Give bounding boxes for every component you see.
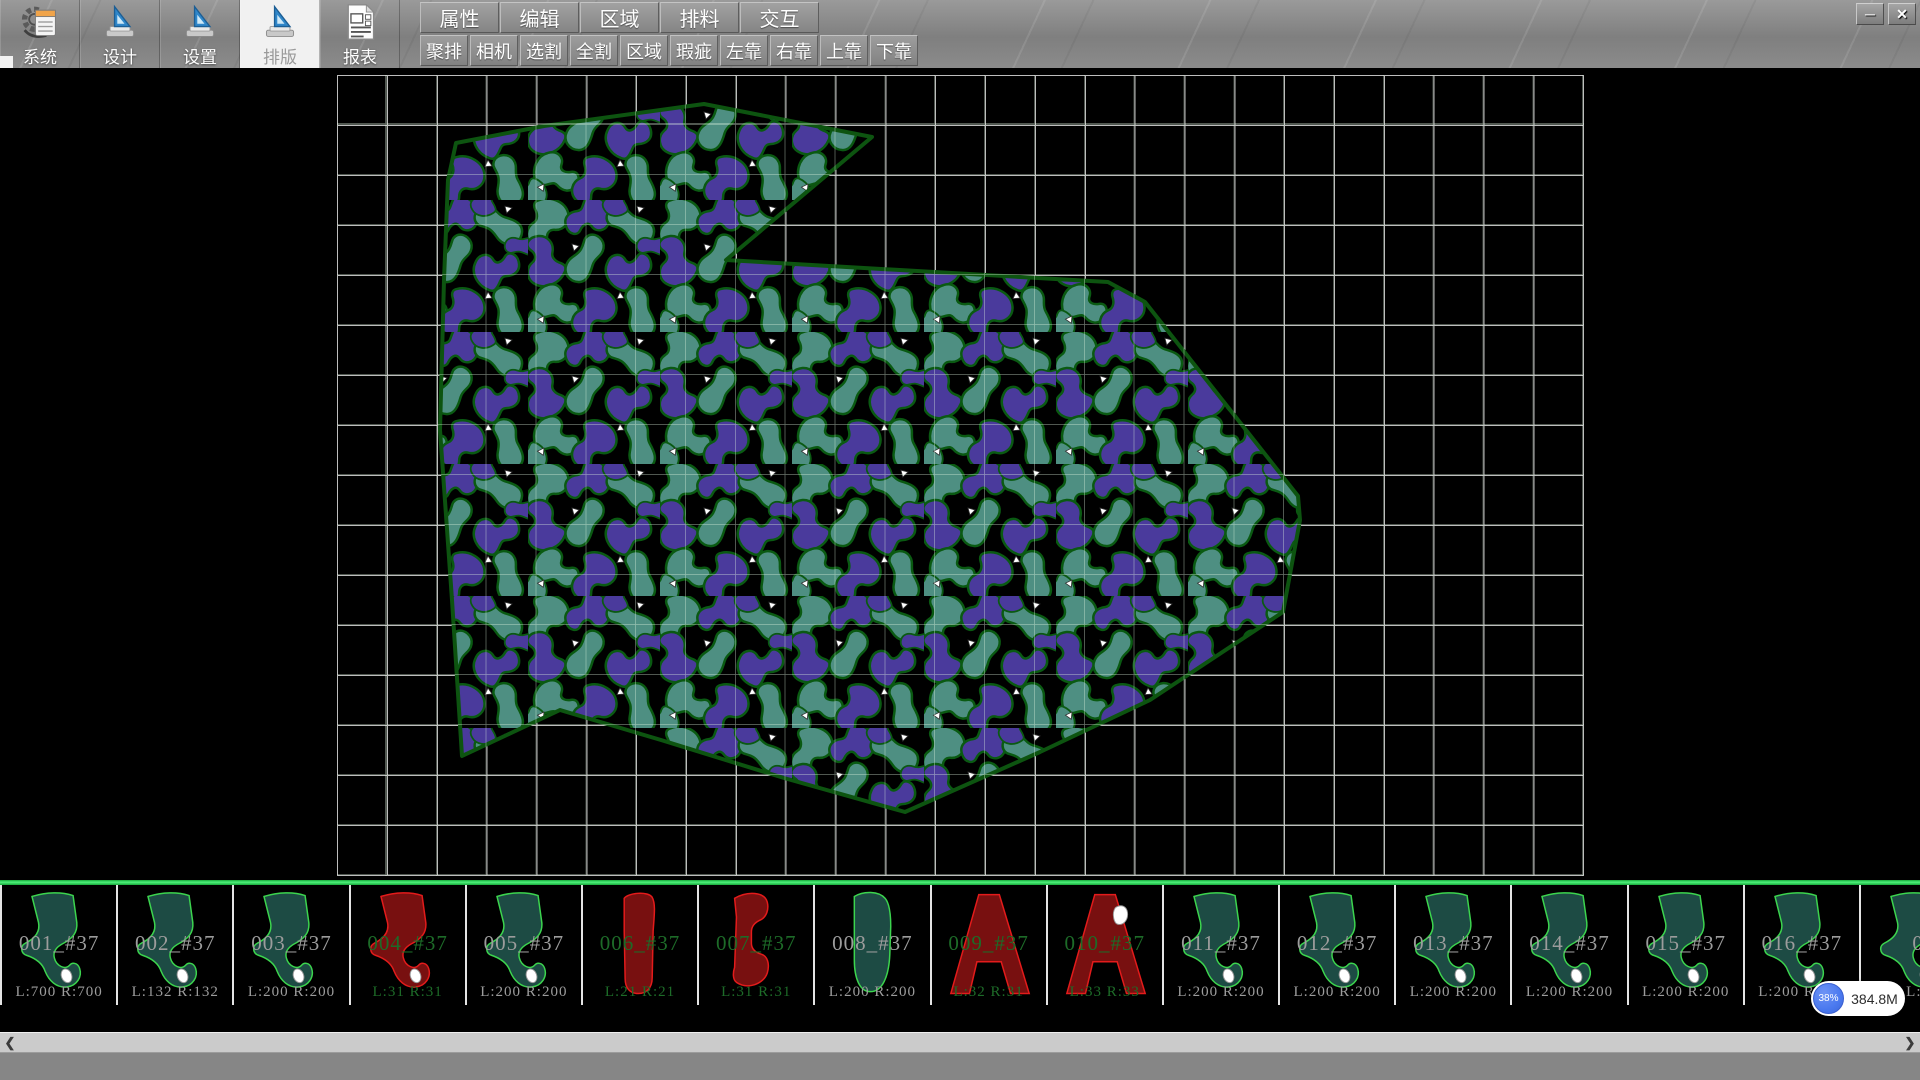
leather-hide-outline[interactable] bbox=[440, 104, 1300, 812]
thumbnail-cell[interactable]: 006_#37 L:21 R:21 bbox=[583, 885, 699, 1005]
menu-properties[interactable]: 属性 bbox=[420, 2, 499, 33]
tool-camera[interactable]: 相机 bbox=[470, 35, 518, 66]
piece-name: 002_#37 bbox=[118, 931, 232, 956]
piece-name: 016_#37 bbox=[1745, 931, 1859, 956]
thumbnail-cell[interactable]: 008_#37 L:200 R:200 bbox=[815, 885, 931, 1005]
main-toolbar: 系统 设计 设置 bbox=[0, 0, 1920, 68]
tool-align-bottom[interactable]: 下靠 bbox=[870, 35, 918, 66]
thumbnail-scrollbar[interactable]: ❮ ❯ bbox=[0, 1032, 1920, 1052]
tool-cluster-nest[interactable]: 聚排 bbox=[420, 35, 468, 66]
thumbnail-cell[interactable]: 014_#37 L:200 R:200 bbox=[1512, 885, 1628, 1005]
thumbnail-cell[interactable]: 002_#37 L:132 R:132 bbox=[118, 885, 234, 1005]
tool-region[interactable]: 区域 bbox=[620, 35, 668, 66]
thumbnail-cell[interactable]: 011_#37 L:200 R:200 bbox=[1164, 885, 1280, 1005]
mode-button-settings[interactable]: 设置 bbox=[160, 0, 240, 68]
report-icon bbox=[337, 3, 383, 41]
piece-lr-count: L:200 R:200 bbox=[1164, 984, 1278, 1001]
piece-lr-count: L:200 R:200 bbox=[1396, 984, 1510, 1001]
mode-button-label: 报表 bbox=[343, 43, 377, 68]
piece-lr-count: L:32 R:31 bbox=[932, 984, 1046, 1001]
menu-edit[interactable]: 编辑 bbox=[500, 2, 579, 33]
design-ruler-icon bbox=[97, 3, 143, 41]
strip-bottom-gap bbox=[0, 1005, 1920, 1032]
leather-hide-nested-layout bbox=[0, 68, 1920, 880]
app-window: { "window": { "minimize_glyph": "─", "cl… bbox=[0, 0, 1920, 1080]
thumbnail-cell[interactable]: 010_#37 L:33 R:33 bbox=[1048, 885, 1164, 1005]
menu-interact[interactable]: 交互 bbox=[740, 2, 819, 33]
tool-align-right[interactable]: 右靠 bbox=[770, 35, 818, 66]
piece-name: 0 bbox=[1861, 931, 1920, 956]
nesting-canvas[interactable] bbox=[0, 68, 1920, 880]
piece-name: 005_#37 bbox=[467, 931, 581, 956]
piece-lr-count: L:132 R:132 bbox=[118, 984, 232, 1001]
thumbnail-cell[interactable]: 013_#37 L:200 R:200 bbox=[1396, 885, 1512, 1005]
piece-lr-count: L:700 R:700 bbox=[2, 984, 116, 1001]
piece-name: 015_#37 bbox=[1629, 931, 1743, 956]
thumbnail-cell[interactable]: 015_#37 L:200 R:200 bbox=[1629, 885, 1745, 1005]
piece-name: 012_#37 bbox=[1280, 931, 1394, 956]
progress-percent-circle: 38% bbox=[1813, 983, 1844, 1014]
thumbnail-cell[interactable]: 004_#37 L:31 R:31 bbox=[351, 885, 467, 1005]
close-button[interactable]: ✕ bbox=[1888, 3, 1916, 25]
minimize-button[interactable]: ─ bbox=[1856, 3, 1884, 25]
piece-name: 007_#37 bbox=[699, 931, 813, 956]
piece-name: 003_#37 bbox=[234, 931, 348, 956]
mode-icon-group: 系统 设计 设置 bbox=[0, 0, 400, 68]
mode-button-report[interactable]: 报表 bbox=[320, 0, 400, 68]
piece-name: 013_#37 bbox=[1396, 931, 1510, 956]
piece-lr-count: L:21 R:21 bbox=[583, 984, 697, 1001]
piece-name: 008_#37 bbox=[815, 931, 929, 956]
thumbnail-cell[interactable]: 012_#37 L:200 R:200 bbox=[1280, 885, 1396, 1005]
piece-lr-count: L:31 R:31 bbox=[699, 984, 813, 1001]
menu-nest[interactable]: 排料 bbox=[660, 2, 739, 33]
piece-name: 006_#37 bbox=[583, 931, 697, 956]
piece-lr-count: L:200 R:200 bbox=[815, 984, 929, 1001]
thumbnail-cell[interactable]: 005_#37 L:200 R:200 bbox=[467, 885, 583, 1005]
nesting-ruler-icon bbox=[257, 3, 303, 41]
mode-button-label: 设置 bbox=[183, 43, 217, 68]
piece-name: 004_#37 bbox=[351, 931, 465, 956]
piece-lr-count: L:200 R:200 bbox=[1512, 984, 1626, 1001]
menu-region[interactable]: 区域 bbox=[580, 2, 659, 33]
thumbnail-cell[interactable]: 009_#37 L:32 R:31 bbox=[932, 885, 1048, 1005]
tool-bar: 聚排 相机 选割 全割 区域 瑕疵 左靠 右靠 上靠 下靠 bbox=[420, 35, 918, 66]
piece-name: 010_#37 bbox=[1048, 931, 1162, 956]
toolbar-corner-chip bbox=[0, 56, 13, 68]
piece-name: 014_#37 bbox=[1512, 931, 1626, 956]
piece-lr-count: L:200 R:200 bbox=[1280, 984, 1394, 1001]
piece-thumbnail-strip: 001_#37L:700 R:700002_#37L:132 R:132003_… bbox=[0, 885, 1920, 1005]
scroll-left-arrow[interactable]: ❮ bbox=[0, 1035, 20, 1051]
tool-select-cut[interactable]: 选割 bbox=[520, 35, 568, 66]
mode-button-label: 系统 bbox=[23, 43, 57, 68]
tool-cut-all[interactable]: 全割 bbox=[570, 35, 618, 66]
piece-lr-count: L:200 R:200 bbox=[234, 984, 348, 1001]
menu-bar: 属性 编辑 区域 排料 交互 bbox=[420, 2, 819, 34]
mode-button-design[interactable]: 设计 bbox=[80, 0, 160, 68]
thumbnail-cell[interactable]: 001_#37 L:700 R:700 bbox=[2, 885, 118, 1005]
progress-size-label: 384.8M bbox=[1844, 991, 1905, 1007]
piece-lr-count: L:200 R:200 bbox=[1629, 984, 1743, 1001]
piece-name: 011_#37 bbox=[1164, 931, 1278, 956]
settings-ruler-icon bbox=[177, 3, 223, 41]
status-bar bbox=[0, 1052, 1920, 1080]
thumbnail-cell[interactable]: 003_#37 L:200 R:200 bbox=[234, 885, 350, 1005]
piece-name: 001_#37 bbox=[2, 931, 116, 956]
piece-lr-count: L:31 R:31 bbox=[351, 984, 465, 1001]
thumbnail-cell[interactable]: 007_#37 L:31 R:31 bbox=[699, 885, 815, 1005]
piece-lr-count: L:33 R:33 bbox=[1048, 984, 1162, 1001]
progress-badge[interactable]: 38% 384.8M bbox=[1811, 981, 1905, 1016]
mode-button-nesting[interactable]: 排版 bbox=[240, 0, 320, 68]
tool-align-top[interactable]: 上靠 bbox=[820, 35, 868, 66]
tool-defect[interactable]: 瑕疵 bbox=[670, 35, 718, 66]
tool-align-left[interactable]: 左靠 bbox=[720, 35, 768, 66]
window-controls: ─ ✕ bbox=[1856, 3, 1916, 25]
mode-button-label: 排版 bbox=[263, 43, 297, 68]
scroll-right-arrow[interactable]: ❯ bbox=[1900, 1035, 1920, 1051]
system-gear-icon bbox=[17, 3, 63, 41]
piece-lr-count: L:200 R:200 bbox=[467, 984, 581, 1001]
piece-name: 009_#37 bbox=[932, 931, 1046, 956]
mode-button-label: 设计 bbox=[103, 43, 137, 68]
